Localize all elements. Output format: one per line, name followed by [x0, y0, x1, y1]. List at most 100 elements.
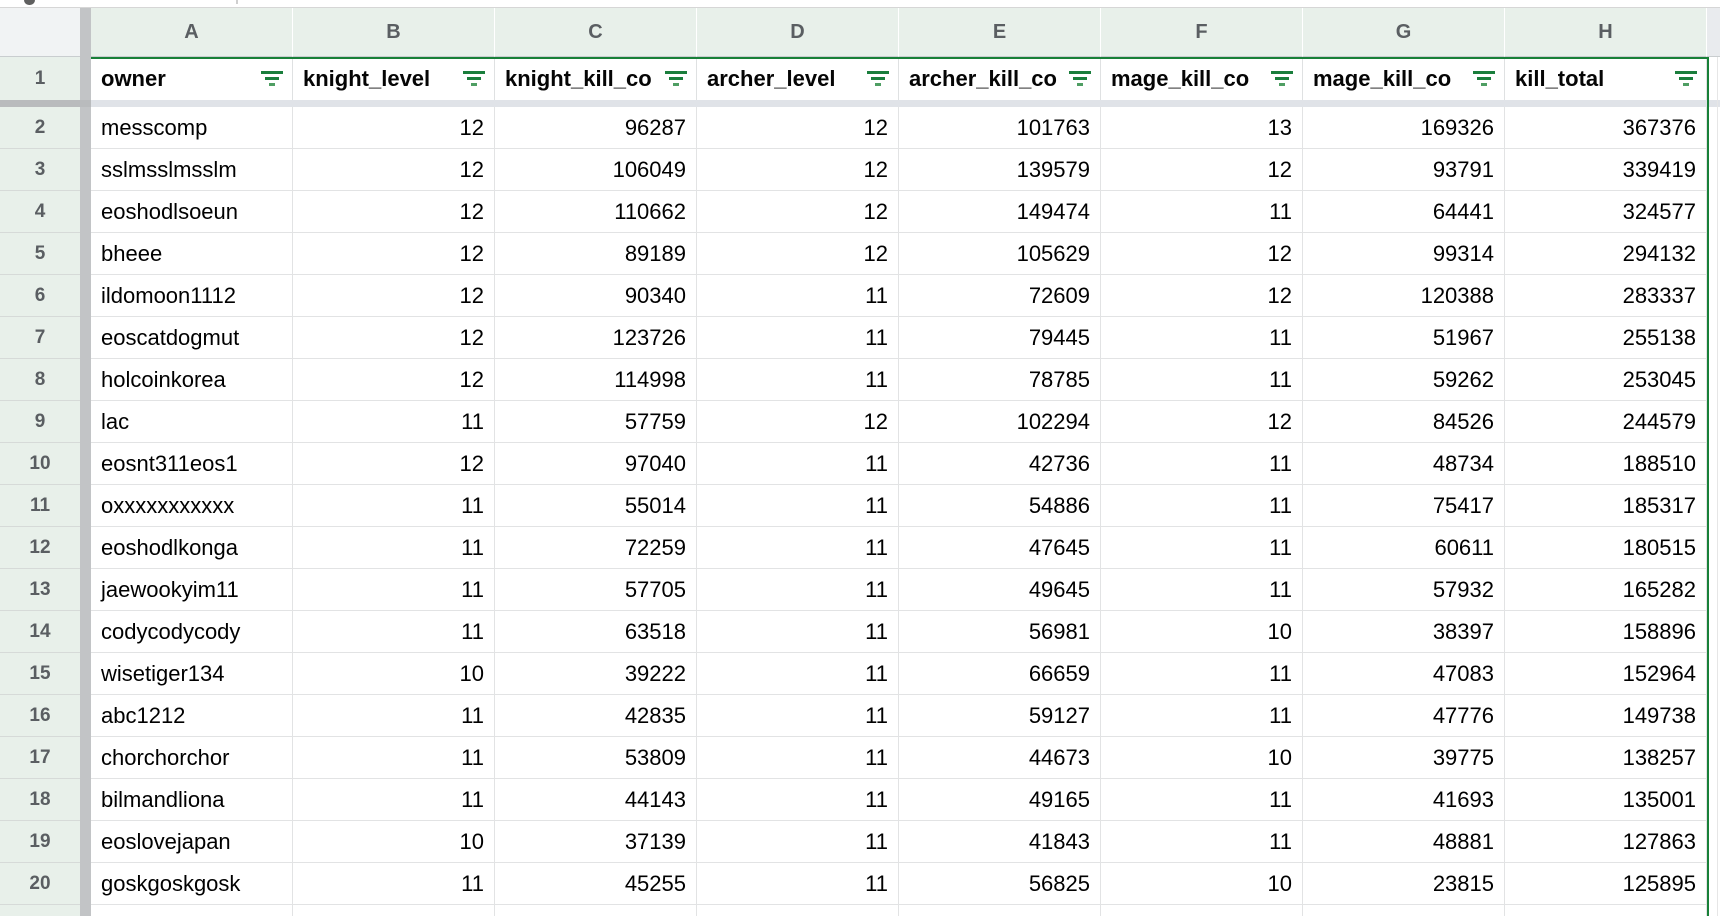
- cell-G10[interactable]: 48734: [1303, 443, 1505, 485]
- cell-B10[interactable]: 12: [293, 443, 495, 485]
- cell-G8[interactable]: 59262: [1303, 359, 1505, 401]
- cell-D15[interactable]: 11: [697, 653, 899, 695]
- cell-F7[interactable]: 11: [1101, 317, 1303, 359]
- cell-A10[interactable]: eosnt311eos1: [91, 443, 293, 485]
- cell-A18[interactable]: bilmandliona: [91, 779, 293, 821]
- column-header-G[interactable]: G: [1303, 8, 1505, 57]
- cell-H14[interactable]: 158896: [1505, 611, 1707, 653]
- cell-F6[interactable]: 12: [1101, 275, 1303, 317]
- cell-C13[interactable]: 57705: [495, 569, 697, 611]
- filter-icon[interactable]: [1673, 71, 1699, 86]
- frozen-divider-horizontal[interactable]: [0, 100, 1720, 107]
- cell-B14[interactable]: 11: [293, 611, 495, 653]
- cell-D9[interactable]: 12: [697, 401, 899, 443]
- select-all-corner[interactable]: [0, 8, 80, 57]
- cell-D16[interactable]: 11: [697, 695, 899, 737]
- row-number[interactable]: 4: [0, 191, 80, 233]
- cell-F20[interactable]: 10: [1101, 863, 1303, 905]
- filter-icon[interactable]: [1067, 71, 1093, 86]
- cell-E20[interactable]: 56825: [899, 863, 1101, 905]
- cell-A8[interactable]: holcoinkorea: [91, 359, 293, 401]
- cell-G20[interactable]: 23815: [1303, 863, 1505, 905]
- cell-D[interactable]: [697, 905, 899, 916]
- cell-B[interactable]: [293, 905, 495, 916]
- cell-G19[interactable]: 48881: [1303, 821, 1505, 863]
- cell-E8[interactable]: 78785: [899, 359, 1101, 401]
- cell-C19[interactable]: 37139: [495, 821, 697, 863]
- cell-B4[interactable]: 12: [293, 191, 495, 233]
- cell-F16[interactable]: 11: [1101, 695, 1303, 737]
- cell-E17[interactable]: 44673: [899, 737, 1101, 779]
- cell-E7[interactable]: 79445: [899, 317, 1101, 359]
- column-header-H[interactable]: H: [1505, 8, 1707, 57]
- cell-A[interactable]: [91, 905, 293, 916]
- cell-F8[interactable]: 11: [1101, 359, 1303, 401]
- row-number[interactable]: 10: [0, 443, 80, 485]
- cell-E3[interactable]: 139579: [899, 149, 1101, 191]
- cell-D12[interactable]: 11: [697, 527, 899, 569]
- frozen-divider-vertical[interactable]: [80, 8, 91, 57]
- cell-B19[interactable]: 10: [293, 821, 495, 863]
- cell-F14[interactable]: 10: [1101, 611, 1303, 653]
- row-number[interactable]: 13: [0, 569, 80, 611]
- cell-F13[interactable]: 11: [1101, 569, 1303, 611]
- cell-D14[interactable]: 11: [697, 611, 899, 653]
- cell-H9[interactable]: 244579: [1505, 401, 1707, 443]
- row-number[interactable]: 5: [0, 233, 80, 275]
- row-number[interactable]: 6: [0, 275, 80, 317]
- cell-A19[interactable]: eoslovejapan: [91, 821, 293, 863]
- header-cell-archer-kill-co[interactable]: archer_kill_co: [899, 57, 1101, 100]
- cell-C20[interactable]: 45255: [495, 863, 697, 905]
- cell-C5[interactable]: 89189: [495, 233, 697, 275]
- cell-A11[interactable]: oxxxxxxxxxxx: [91, 485, 293, 527]
- cell-E13[interactable]: 49645: [899, 569, 1101, 611]
- row-number[interactable]: 12: [0, 527, 80, 569]
- cell-H20[interactable]: 125895: [1505, 863, 1707, 905]
- cell-B6[interactable]: 12: [293, 275, 495, 317]
- cell-H[interactable]: [1505, 905, 1707, 916]
- cell-D4[interactable]: 12: [697, 191, 899, 233]
- row-number[interactable]: 18: [0, 779, 80, 821]
- cell-D13[interactable]: 11: [697, 569, 899, 611]
- cell-C[interactable]: [495, 905, 697, 916]
- filter-icon[interactable]: [865, 71, 891, 86]
- cell-E5[interactable]: 105629: [899, 233, 1101, 275]
- cell-C6[interactable]: 90340: [495, 275, 697, 317]
- cell-B16[interactable]: 11: [293, 695, 495, 737]
- cell-G4[interactable]: 64441: [1303, 191, 1505, 233]
- cell-D7[interactable]: 11: [697, 317, 899, 359]
- cell-H13[interactable]: 165282: [1505, 569, 1707, 611]
- row-number[interactable]: 2: [0, 107, 80, 149]
- cell-C2[interactable]: 96287: [495, 107, 697, 149]
- cell-E16[interactable]: 59127: [899, 695, 1101, 737]
- cell-G5[interactable]: 99314: [1303, 233, 1505, 275]
- cell-G7[interactable]: 51967: [1303, 317, 1505, 359]
- cell-C18[interactable]: 44143: [495, 779, 697, 821]
- cell-B12[interactable]: 11: [293, 527, 495, 569]
- row-number[interactable]: 8: [0, 359, 80, 401]
- cell-C11[interactable]: 55014: [495, 485, 697, 527]
- cell-D3[interactable]: 12: [697, 149, 899, 191]
- cell-A20[interactable]: goskgoskgosk: [91, 863, 293, 905]
- cell-H18[interactable]: 135001: [1505, 779, 1707, 821]
- cell-G15[interactable]: 47083: [1303, 653, 1505, 695]
- row-number[interactable]: 11: [0, 485, 80, 527]
- cell-C10[interactable]: 97040: [495, 443, 697, 485]
- cell-E9[interactable]: 102294: [899, 401, 1101, 443]
- cell-A9[interactable]: lac: [91, 401, 293, 443]
- cell-C9[interactable]: 57759: [495, 401, 697, 443]
- cell-B5[interactable]: 12: [293, 233, 495, 275]
- cell-H2[interactable]: 367376: [1505, 107, 1707, 149]
- cell-D19[interactable]: 11: [697, 821, 899, 863]
- cell-G6[interactable]: 120388: [1303, 275, 1505, 317]
- cell-A17[interactable]: chorchorchor: [91, 737, 293, 779]
- cell-G11[interactable]: 75417: [1303, 485, 1505, 527]
- cell-C4[interactable]: 110662: [495, 191, 697, 233]
- cell-D8[interactable]: 11: [697, 359, 899, 401]
- cell-F18[interactable]: 11: [1101, 779, 1303, 821]
- cell-B2[interactable]: 12: [293, 107, 495, 149]
- column-header-F[interactable]: F: [1101, 8, 1303, 57]
- cell-C7[interactable]: 123726: [495, 317, 697, 359]
- cell-F17[interactable]: 10: [1101, 737, 1303, 779]
- cell-E6[interactable]: 72609: [899, 275, 1101, 317]
